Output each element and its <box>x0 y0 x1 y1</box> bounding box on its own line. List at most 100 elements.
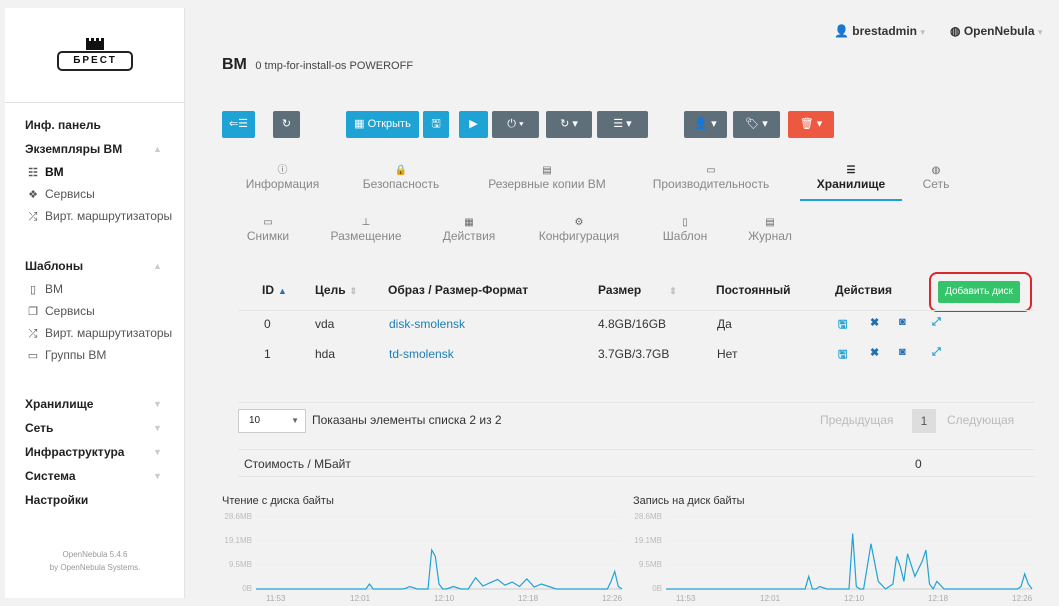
sidebar-item-vrouter-templates[interactable]: ⤮ Вирт. маршрутизаторы <box>5 322 185 344</box>
sidebar-item-settings[interactable]: Настройки <box>5 488 185 512</box>
camera-icon[interactable]: ◙ <box>899 346 906 358</box>
x-tick-label: 12:10 <box>434 594 455 603</box>
refresh-button[interactable]: ↻ <box>273 111 300 138</box>
current-page-button[interactable]: 1 <box>912 409 936 433</box>
disk-id: 1 <box>264 347 271 361</box>
x-tick-label: 12:01 <box>350 594 371 603</box>
tab-performance[interactable]: ▭ Производительность <box>646 164 776 191</box>
x-tick-label: 12:18 <box>928 594 949 603</box>
actions-menu-button[interactable]: ☰ ▾ <box>597 111 648 138</box>
detach-disk-icon[interactable]: ✖ <box>870 346 879 359</box>
disk-target: hda <box>315 347 336 361</box>
column-header-image[interactable]: Образ / Размер-Формат <box>388 283 528 297</box>
tab-placement[interactable]: ⊥ Размещение <box>326 216 406 243</box>
sidebar-item-system[interactable]: Система ▼ <box>5 464 185 488</box>
y-tick-label: 0B <box>242 584 252 593</box>
tab-storage[interactable]: ☰ Хранилище <box>806 164 896 191</box>
sidebar-item-vm-templates[interactable]: ▯ ВМ <box>5 278 185 300</box>
tab-label: Сеть <box>922 177 950 191</box>
chevron-down-icon: ▼ <box>153 447 162 457</box>
chevron-up-icon: ▲ <box>153 144 162 154</box>
tab-actions[interactable]: ▦ Действия <box>437 216 501 243</box>
user-menu[interactable]: 👤 brestadmin ▾ <box>834 24 925 38</box>
info-icon: ⓘ <box>277 165 288 176</box>
version-note: OpenNebula 5.4.6 by OpenNebula Systems. <box>5 548 185 574</box>
sidebar: БРЕСТ Инф. панель Экземпляры ВМ ▲ ☷ ВМ ❖ Се… <box>5 8 185 598</box>
logo-area: БРЕСТ <box>5 8 185 103</box>
camera-icon[interactable]: ◙ <box>899 316 906 328</box>
active-tab-indicator <box>800 199 902 201</box>
detach-disk-icon[interactable]: ✖ <box>870 316 879 329</box>
column-header-size[interactable]: Размер ⇕ <box>598 283 677 297</box>
power-menu-button[interactable]: ⏻ ▾ <box>492 111 539 138</box>
page-size-select[interactable]: 10 ▼ <box>238 409 306 433</box>
vendor-text[interactable]: by OpenNebula Systems. <box>5 561 185 574</box>
labels-menu-button[interactable]: 🏷 ▾ <box>733 111 780 138</box>
sidebar-item-label: Инф. панель <box>25 118 101 132</box>
repeat-icon: ↻ ▾ <box>560 118 578 130</box>
back-list-icon: ⇐☰ <box>228 118 249 130</box>
tab-security[interactable]: 🔒 Безопасность <box>356 164 446 191</box>
sidebar-item-vrouters[interactable]: ⤮ Вирт. маршрутизаторы <box>5 205 185 227</box>
sidebar-item-label: Сервисы <box>45 187 95 201</box>
calendar-icon: ▦ <box>464 217 474 228</box>
sidebar-item-instances[interactable]: Экземпляры ВМ ▲ <box>5 137 185 161</box>
sitemap-icon: ⊥ <box>361 217 371 228</box>
prev-page-button[interactable]: Предыдущая <box>820 413 893 427</box>
y-tick-label: 9.5MB <box>638 560 662 569</box>
tab-template[interactable]: ▯ Шаблон <box>657 216 713 243</box>
sidebar-item-label: Группы ВМ <box>45 348 107 362</box>
column-header-id[interactable]: ID ▲ <box>262 283 287 297</box>
sidebar-item-templates[interactable]: Шаблоны ▲ <box>5 254 185 278</box>
resize-icon[interactable]: ⤢ <box>932 316 941 329</box>
tab-info[interactable]: ⓘ Информация <box>243 164 322 191</box>
user-icon: 👤 <box>834 24 849 38</box>
open-console-button[interactable]: ▦ Открыть <box>346 111 419 138</box>
save-disk-icon[interactable]: 🖫 <box>838 346 847 365</box>
sidebar-item-infrastructure[interactable]: Инфраструктура ▼ <box>5 440 185 464</box>
save-button[interactable]: 🖫 <box>423 111 449 138</box>
column-header-persistent[interactable]: Постоянный <box>716 283 790 297</box>
sidebar-item-label: ВМ <box>45 282 63 296</box>
reboot-menu-button[interactable]: ↻ ▾ <box>546 111 592 138</box>
sidebar-item-services[interactable]: ❖ Сервисы <box>5 183 185 205</box>
chevron-down-icon: ▼ <box>153 471 162 481</box>
sidebar-item-network[interactable]: Сеть ▼ <box>5 416 185 440</box>
random-icon: ⤮ <box>28 328 38 340</box>
page-size-value: 10 <box>249 415 261 426</box>
sidebar-item-service-templates[interactable]: ❐ Сервисы <box>5 300 185 322</box>
file-icon: ▯ <box>682 217 688 228</box>
laptop-icon: ▭ <box>263 217 273 228</box>
sidebar-item-storage[interactable]: Хранилище ▼ <box>5 392 185 416</box>
refresh-icon: ↻ <box>281 118 292 130</box>
sidebar-item-vms[interactable]: ☷ ВМ <box>5 161 185 183</box>
chevron-down-icon: ▼ <box>291 416 299 425</box>
folder-icon: ▭ <box>27 350 39 362</box>
play-button[interactable]: ▶ <box>459 111 488 138</box>
column-label: Образ / Размер-Формат <box>388 283 529 297</box>
sidebar-item-dashboard[interactable]: Инф. панель <box>5 113 185 137</box>
save-disk-icon[interactable]: 🖫 <box>838 316 847 335</box>
sidebar-menu-templates: Шаблоны ▲ ▯ ВМ ❐ Сервисы ⤮ Вирт. маршрутизат… <box>5 254 185 366</box>
tab-snapshots[interactable]: ▭ Снимки <box>243 216 293 243</box>
tab-configuration[interactable]: ⚙ Конфигурация <box>533 216 625 243</box>
back-to-list-button[interactable]: ⇐☰ <box>222 111 255 138</box>
vm-name: tmp-for-install-os <box>264 60 347 72</box>
y-tick-label: 19.1MB <box>224 536 252 545</box>
delete-menu-button[interactable]: 🗑 ▾ <box>788 111 834 138</box>
tab-backups[interactable]: ▤ Резервные копии ВМ <box>482 164 612 191</box>
tab-network[interactable]: ◍ Сеть <box>916 164 956 191</box>
disk-image-link[interactable]: disk-smolensk <box>389 317 465 331</box>
column-header-target[interactable]: Цель ⇕ <box>315 283 357 297</box>
tab-log[interactable]: ▤ Журнал <box>744 216 796 243</box>
disk-image-link[interactable]: td-smolensk <box>389 347 454 361</box>
chevron-down-icon: ▼ <box>153 399 162 409</box>
sidebar-item-vm-groups[interactable]: ▭ Группы ВМ <box>5 344 185 366</box>
x-tick-label: 12:18 <box>518 594 539 603</box>
owner-menu-button[interactable]: 👤 ▾ <box>684 111 727 138</box>
add-disk-button[interactable]: Добавить диск <box>938 281 1020 303</box>
next-page-button[interactable]: Следующая <box>947 413 1014 427</box>
resize-icon[interactable]: ⤢ <box>932 346 941 359</box>
zone-menu[interactable]: ◍ OpenNebula ▾ <box>950 24 1042 38</box>
brest-logo[interactable]: БРЕСТ <box>55 38 135 72</box>
